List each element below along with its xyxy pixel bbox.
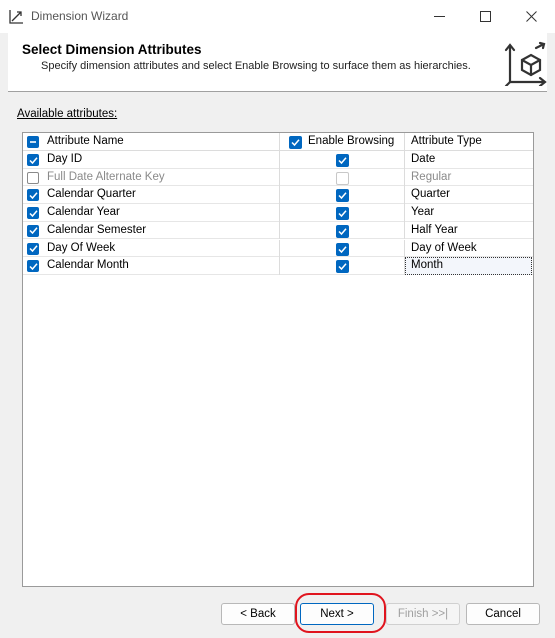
enable-browsing-checkbox[interactable] [336,260,349,274]
table-row[interactable]: Full Date Alternate Key Regular [23,168,533,187]
attribute-type-cell[interactable]: Year [411,204,434,222]
enable-browsing-all-checkbox[interactable] [289,136,302,149]
close-button[interactable] [508,0,554,33]
minimize-button[interactable] [416,0,462,33]
column-separator [404,168,405,187]
unchecked-box-icon [27,171,39,184]
check-icon [27,224,39,237]
attribute-type-cell[interactable]: Regular [411,169,451,187]
enable-browsing-checkbox[interactable] [336,242,349,256]
wizard-app-icon [9,10,23,24]
attribute-type-cell[interactable]: Day of Week [411,240,477,258]
attribute-name-cell: Calendar Semester [47,223,147,236]
check-icon [336,260,349,274]
attribute-name-cell: Calendar Year [47,206,120,219]
column-separator [279,168,280,187]
check-icon [27,207,39,220]
table-row[interactable]: Calendar Quarter Quarter [23,186,533,204]
available-attributes-label: Available attributes: [17,108,118,120]
attribute-name-cell: Day ID [47,153,83,165]
check-icon [336,207,349,221]
check-icon [27,154,39,166]
attribute-name-cell: Full Date Alternate Key [47,170,165,183]
row-checkbox[interactable] [27,242,39,255]
column-header-attribute-name[interactable]: Attribute Name [47,133,124,151]
enable-browsing-checkbox[interactable] [336,189,349,203]
enable-browsing-checkbox[interactable] [336,224,349,238]
column-separator [404,133,405,151]
check-icon [336,189,349,203]
finish-button[interactable]: Finish >>| [386,603,460,625]
column-separator [404,221,405,240]
table-row[interactable]: Day ID Date [23,151,533,169]
attribute-type-cell[interactable]: Date [411,151,435,169]
column-separator [279,239,280,257]
back-button[interactable]: < Back [221,603,295,625]
column-separator [404,204,405,222]
page-title: Select Dimension Attributes [22,42,202,57]
column-header-attribute-type[interactable]: Attribute Type [411,133,482,151]
attribute-type-cell[interactable]: Quarter [411,186,450,204]
row-checkbox[interactable] [27,207,39,220]
table-row[interactable]: Calendar Month Month [23,257,533,276]
column-header-enable-browsing[interactable]: Enable Browsing [308,133,394,151]
dimension-cube-icon [504,41,547,86]
cancel-button-label: Cancel [485,608,521,620]
finish-button-label: Finish >>| [397,608,449,620]
enable-browsing-checkbox[interactable] [336,154,349,167]
select-all-checkbox[interactable] [27,136,39,148]
row-checkbox[interactable] [27,224,39,237]
attribute-name-cell: Calendar Quarter [47,188,136,201]
unchecked-box-icon [336,171,349,185]
cancel-button[interactable]: Cancel [466,603,540,625]
column-separator [279,204,280,222]
table-row[interactable]: Calendar Semester Half Year [23,221,533,240]
enable-browsing-checkbox[interactable] [336,171,349,185]
attribute-type-cell[interactable]: Month [411,257,443,275]
column-separator [279,221,280,240]
enable-browsing-checkbox[interactable] [336,207,349,221]
attribute-name-cell: Day Of Week [47,241,116,254]
wizard-header: Select Dimension Attributes Specify dime… [8,33,547,92]
next-button-highlight-annotation [295,593,386,633]
grid-header-row: Attribute Name Enable Browsing Attribute… [23,133,533,151]
row-checkbox[interactable] [27,171,39,184]
window-title: Dimension Wizard [31,9,129,23]
column-separator [404,151,405,169]
check-icon [336,242,349,256]
maximize-button[interactable] [462,0,508,33]
check-icon [336,154,349,167]
check-icon [289,136,302,149]
close-icon [525,11,537,22]
check-icon [27,242,39,255]
title-bar: Dimension Wizard [0,0,555,33]
table-row[interactable]: Day Of Week Day of Week [23,239,533,258]
maximize-icon [479,11,491,22]
row-checkbox[interactable] [27,154,39,166]
column-separator [279,257,280,275]
check-icon [27,260,39,273]
indeterminate-icon [27,136,39,148]
column-separator [279,151,280,169]
attribute-name-cell: Calendar Month [47,259,129,272]
column-separator [279,133,280,151]
check-icon [336,224,349,238]
row-checkbox[interactable] [27,189,39,202]
page-subtitle: Specify dimension attributes and select … [41,60,471,72]
minimize-icon [433,16,445,17]
table-row[interactable]: Calendar Year Year [23,204,533,222]
attribute-type-cell[interactable]: Half Year [411,222,458,240]
column-separator [404,186,405,204]
dimension-wizard-window: Dimension Wizard Select Dimension Attrib… [0,0,555,638]
column-separator [279,186,280,204]
column-separator [404,239,405,257]
back-button-label: < Back [240,608,276,620]
check-icon [27,189,39,202]
row-checkbox[interactable] [27,260,39,273]
attributes-grid[interactable]: Attribute Name Enable Browsing Attribute… [22,132,534,587]
